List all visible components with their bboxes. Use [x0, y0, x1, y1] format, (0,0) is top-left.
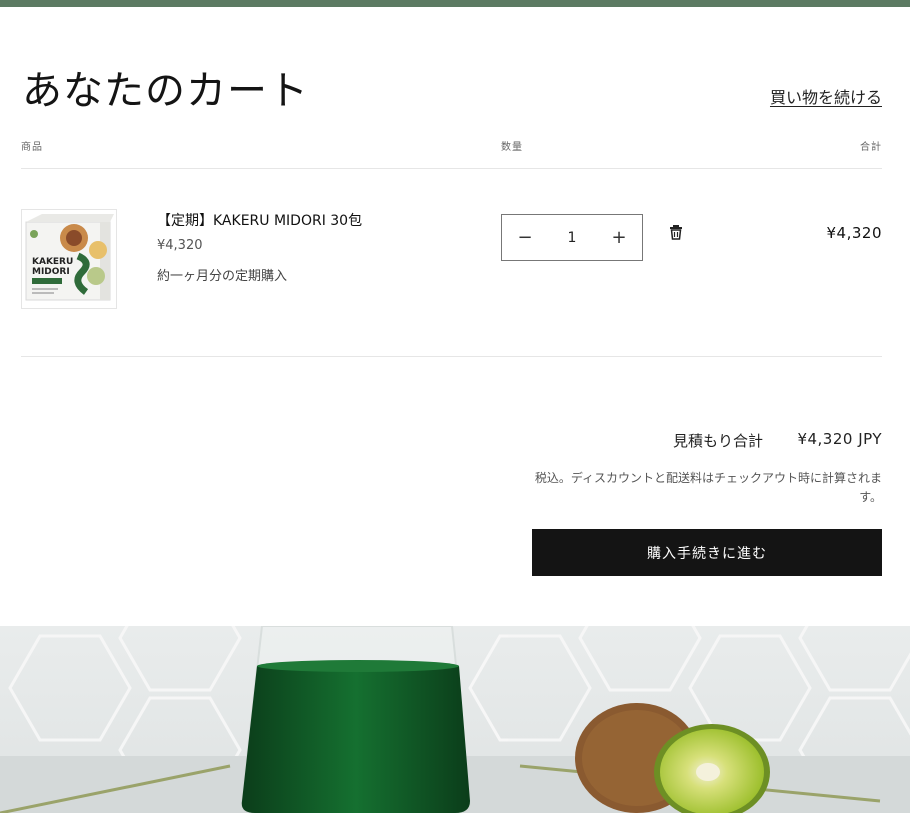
header-divider [21, 168, 882, 169]
product-image[interactable]: KAKERU MIDORI [21, 209, 117, 309]
product-title-link[interactable]: 【定期】KAKERU MIDORI 30包 [157, 210, 362, 230]
trash-icon[interactable] [668, 224, 684, 240]
product-subscription-note: 約一ヶ月分の定期購入 [157, 269, 288, 284]
quantity-increase-button[interactable]: + [596, 215, 642, 260]
page-title: あなたのカート [22, 68, 309, 114]
line-item-total: ¥4,320 [826, 224, 882, 242]
minus-icon: − [517, 227, 533, 248]
quantity-stepper: − 1 + [501, 214, 643, 261]
continue-shopping-link[interactable]: 買い物を続ける [770, 84, 882, 108]
tax-shipping-note: 税込。ディスカウントと配送料はチェックアウト時に計算されます。 [534, 471, 882, 504]
column-header-product: 商品 [21, 142, 43, 153]
subtotal-label: 見積もり合計 [673, 432, 764, 450]
column-header-total: 合計 [860, 142, 882, 153]
plus-icon: + [611, 227, 627, 248]
green-drink-kiwi-photo [0, 626, 910, 813]
product-logo-text: KAKERU [32, 257, 73, 267]
subtotal-value: ¥4,320 JPY [797, 430, 882, 448]
product-box-illustration: KAKERU MIDORI [25, 214, 114, 301]
product-logo-text-2: MIDORI [32, 267, 70, 277]
checkout-button[interactable]: 購入手続きに進む [532, 529, 882, 576]
quantity-decrease-button[interactable]: − [502, 215, 548, 260]
column-header-quantity: 数量 [501, 142, 523, 153]
items-divider [21, 356, 882, 357]
top-accent-bar [0, 0, 910, 7]
quantity-input[interactable]: 1 [568, 230, 577, 246]
hero-image [0, 626, 910, 813]
product-unit-price: ¥4,320 [157, 238, 203, 253]
